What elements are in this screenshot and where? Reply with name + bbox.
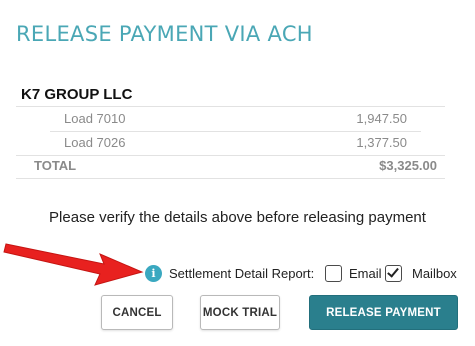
cancel-button[interactable]: CANCEL — [101, 295, 173, 330]
mock-trial-button[interactable]: MOCK TRIAL — [200, 295, 280, 330]
load-label: Load 7026 — [64, 135, 126, 150]
mailbox-label[interactable]: Mailbox — [412, 266, 457, 281]
checkmark-icon — [387, 265, 399, 278]
info-icon[interactable]: i — [145, 265, 162, 282]
settlement-report-options: i Settlement Detail Report: Email Mailbo… — [145, 264, 465, 286]
email-label[interactable]: Email — [349, 266, 382, 281]
annotation-arrow — [3, 243, 144, 286]
load-amount: 1,377.50 — [356, 135, 407, 150]
mailbox-checkbox[interactable] — [385, 265, 402, 282]
total-amount: $3,325.00 — [379, 158, 437, 173]
total-row: TOTAL $3,325.00 — [16, 154, 445, 178]
payee-name: K7 GROUP LLC — [21, 86, 133, 103]
load-row: Load 7010 1,947.50 — [16, 107, 445, 131]
dialog-title: RELEASE PAYMENT VIA ACH — [16, 22, 313, 46]
total-label: TOTAL — [34, 158, 77, 173]
settlement-report-label: Settlement Detail Report: — [169, 266, 315, 281]
load-label: Load 7010 — [64, 111, 126, 126]
release-payment-button[interactable]: RELEASE PAYMENT — [309, 295, 458, 330]
divider — [16, 178, 445, 179]
load-row: Load 7026 1,377.50 — [16, 131, 445, 155]
load-amount: 1,947.50 — [356, 111, 407, 126]
email-checkbox[interactable] — [325, 265, 342, 282]
verify-message: Please verify the details above before r… — [49, 209, 426, 226]
